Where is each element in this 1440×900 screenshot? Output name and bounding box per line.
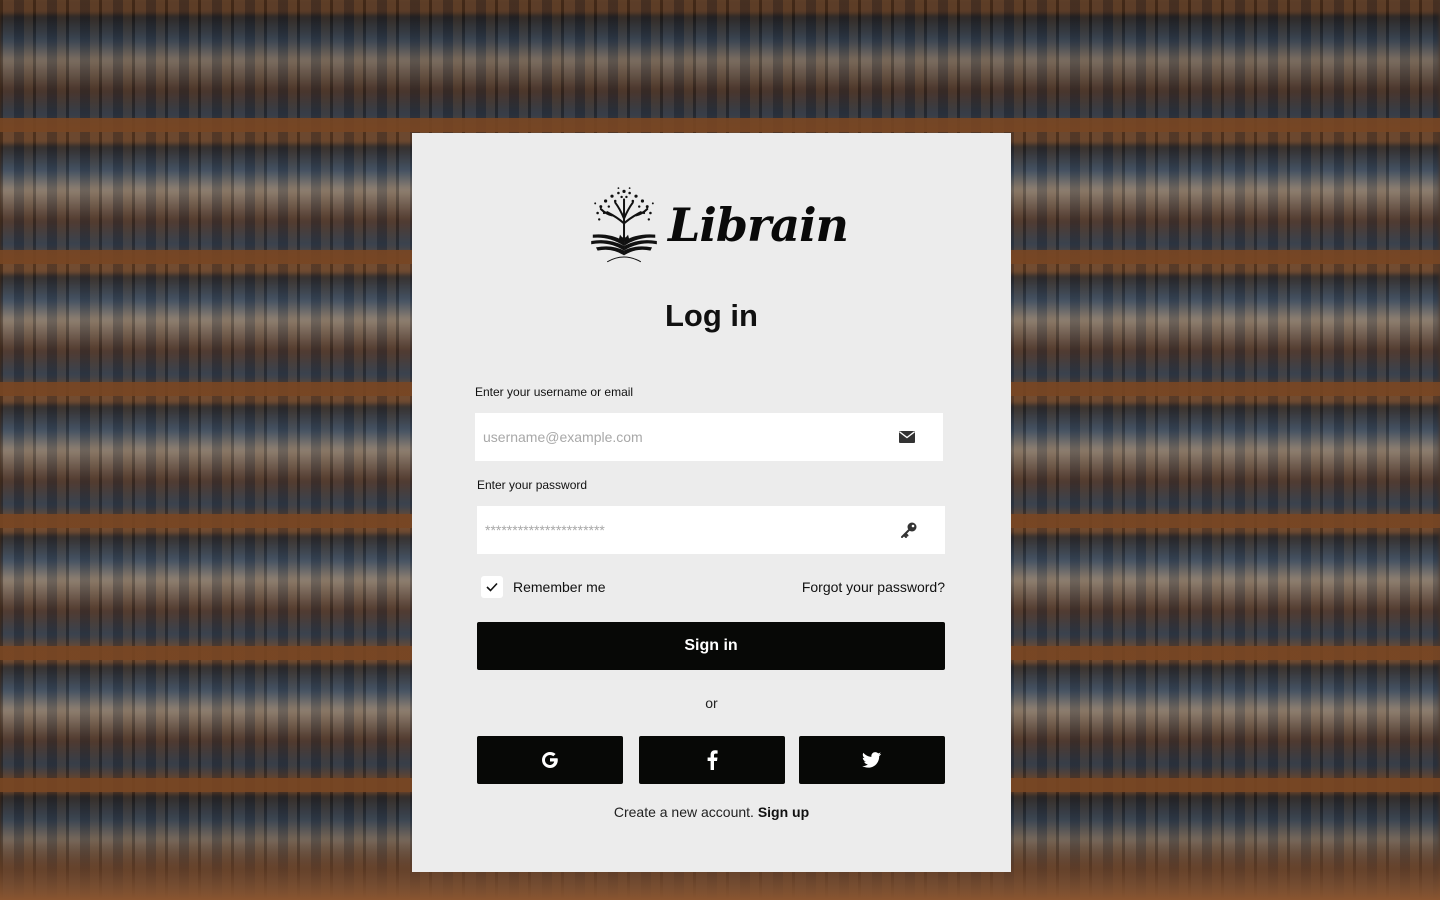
- password-input[interactable]: [485, 506, 899, 554]
- brand-logo: Librain: [588, 175, 849, 275]
- facebook-login-button[interactable]: [639, 736, 785, 784]
- login-card: Librain Log in Enter your username or em…: [412, 133, 1011, 872]
- sign-in-button[interactable]: Sign in: [477, 622, 945, 670]
- checkmark-icon: [486, 582, 498, 592]
- signup-prompt: Create a new account. Sign up: [412, 804, 1011, 820]
- twitter-login-button[interactable]: [799, 736, 945, 784]
- password-field-container: [477, 506, 945, 554]
- remember-me: Remember me: [481, 576, 606, 598]
- username-input[interactable]: [483, 413, 897, 461]
- forgot-password-link[interactable]: Forgot your password?: [802, 579, 945, 595]
- google-icon: [542, 752, 558, 768]
- tree-book-icon: [591, 187, 657, 263]
- remember-label: Remember me: [513, 579, 606, 595]
- or-divider: or: [705, 695, 718, 711]
- page-title: Log in: [665, 298, 758, 333]
- remember-checkbox[interactable]: [481, 576, 503, 598]
- key-icon: [899, 520, 919, 540]
- google-login-button[interactable]: [477, 736, 623, 784]
- username-label: Enter your username or email: [475, 385, 634, 399]
- twitter-icon: [862, 752, 882, 768]
- username-field-container: [475, 413, 943, 461]
- facebook-icon: [707, 750, 718, 770]
- brand-name: Librain: [668, 198, 849, 252]
- envelope-icon: [897, 427, 917, 447]
- sign-up-link[interactable]: Sign up: [758, 804, 809, 820]
- signup-prompt-text: Create a new account.: [613, 804, 754, 820]
- password-label: Enter your password: [477, 478, 588, 492]
